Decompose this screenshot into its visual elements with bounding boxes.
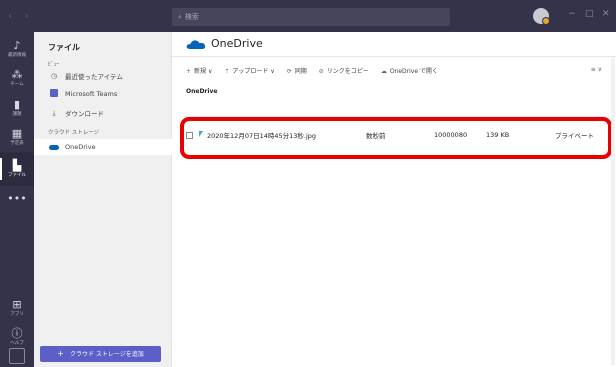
restore-icon[interactable]: □: [585, 9, 594, 19]
nav-item-onedrive[interactable]: OneDrive: [34, 139, 172, 155]
page-title: OneDrive: [211, 37, 263, 50]
new-button[interactable]: + 新規 ∨: [186, 66, 212, 75]
calendar-icon: ▦: [11, 126, 23, 140]
link-icon: ⊘: [318, 68, 324, 75]
new-label: 新規: [194, 68, 207, 75]
rail-item-files[interactable]: ▙ ファイル: [0, 152, 34, 186]
open-in-onedrive-button[interactable]: ☁ OneDrive で開く: [381, 66, 438, 75]
rail-label: 課題: [12, 111, 22, 117]
view-options-button[interactable]: ≡ ∨: [591, 66, 602, 73]
navigation-arrows: ‹ ›: [8, 9, 29, 22]
main-content: OneDrive + 新規 ∨ ⇡ アップロード ∨ ⟳ 同期 ⊘ リンクをコピー ☁ O…: [172, 32, 616, 367]
search-icon: ⌕: [178, 13, 182, 21]
panel-title: ファイル: [48, 43, 80, 52]
plus-icon: +: [57, 349, 64, 358]
clock-icon: ◷: [50, 72, 58, 80]
rail-label: 予定表: [10, 140, 24, 146]
view-section-label: ﾋﾞｭｰ: [48, 62, 60, 68]
device-icon[interactable]: [9, 348, 25, 364]
minimize-icon[interactable]: −: [568, 9, 576, 19]
sync-button[interactable]: ⟳ 同期: [287, 66, 307, 75]
rail-label: 最新情報: [8, 52, 26, 58]
copy-link-label: リンクをコピー: [326, 68, 369, 75]
rail-label: ファイル: [8, 172, 26, 178]
upload-label: アップロード: [232, 68, 269, 75]
vertical-scrollbar[interactable]: [611, 57, 615, 365]
nav-item-downloads[interactable]: ⤓ ダウンロード: [48, 105, 170, 121]
back-icon[interactable]: ‹: [8, 9, 12, 22]
plus-icon: +: [186, 68, 192, 75]
upload-button[interactable]: ⇡ アップロード ∨: [224, 66, 274, 75]
files-navigation-panel: ファイル ﾋﾞｭｰ ◷ 最近使ったアイテム Microsoft Teams ⤓ …: [34, 32, 172, 367]
content-header: OneDrive: [172, 32, 616, 57]
rail-item-teams[interactable]: ⁂ チーム: [0, 61, 34, 95]
add-cloud-storage-button[interactable]: + クラウド ストレージを追加: [40, 346, 161, 362]
onedrive-icon: [48, 143, 60, 151]
download-icon: ⤓: [52, 108, 56, 117]
avatar[interactable]: [533, 8, 550, 25]
nav-item-label: 最近使ったアイテム: [65, 73, 123, 81]
rail-item-more[interactable]: •••: [0, 182, 34, 216]
close-icon[interactable]: ✕: [602, 9, 610, 19]
cloud-icon: ☁: [380, 68, 387, 75]
app-rail: ♪ 最新情報 ⁂ チーム ▮ 課題 ▦ 予定表 ▙ ファイル ••• ⊞ アプリ…: [0, 32, 34, 367]
nav-item-label: ダウンロード: [65, 110, 104, 118]
command-toolbar: + 新規 ∨ ⇡ アップロード ∨ ⟳ 同期 ⊘ リンクをコピー ☁ OneDrive で…: [186, 66, 438, 75]
breadcrumb: OneDrive: [186, 88, 218, 95]
search-placeholder: 検索: [184, 13, 199, 21]
files-icon: ▙: [12, 158, 22, 172]
teams-logo-icon: [48, 89, 60, 99]
upload-icon: ⇡: [224, 68, 230, 75]
rail-label: アプリ: [10, 311, 24, 317]
teams-icon: ⁂: [11, 67, 23, 81]
apps-icon: ⊞: [12, 297, 22, 311]
sync-label: 同期: [294, 68, 307, 75]
bell-icon: ♪: [13, 38, 21, 52]
title-bar: ‹ › ⌕ 検索 − □ ✕: [0, 0, 616, 32]
copy-link-button[interactable]: ⊘ リンクをコピー: [319, 66, 369, 75]
forward-icon[interactable]: ›: [24, 9, 28, 22]
sync-icon: ⟳: [286, 68, 292, 75]
help-icon: ⓘ: [11, 326, 23, 340]
search-input[interactable]: ⌕ 検索: [172, 8, 450, 26]
rail-label: チーム: [10, 81, 24, 87]
add-storage-label: クラウド ストレージを追加: [69, 351, 144, 358]
nav-item-teams[interactable]: Microsoft Teams: [48, 86, 170, 102]
nav-item-label: OneDrive: [65, 143, 96, 151]
nav-item-label: Microsoft Teams: [65, 90, 118, 98]
rail-label: ヘルプ: [10, 340, 24, 346]
nav-item-recent[interactable]: ◷ 最近使ったアイテム: [48, 68, 170, 84]
onedrive-cloud-icon: [186, 40, 206, 49]
open-onedrive-label: OneDrive で開く: [389, 68, 438, 75]
cloud-storage-section-label: クラウド ストレージ: [48, 130, 100, 136]
rail-item-calendar[interactable]: ▦ 予定表: [0, 120, 34, 154]
assignments-icon: ▮: [13, 97, 21, 111]
highlight-annotation: [180, 117, 612, 159]
more-icon: •••: [7, 192, 27, 205]
